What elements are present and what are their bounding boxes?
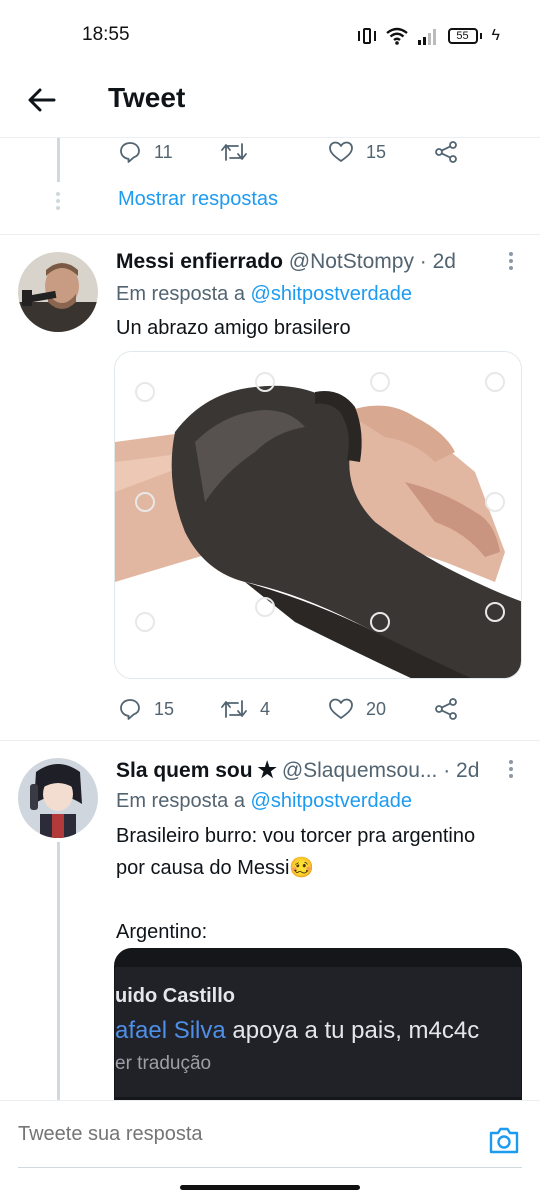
woozy-emoji: 🥴: [289, 857, 315, 879]
more-options-icon[interactable]: [506, 760, 516, 781]
retweet-count: 4: [260, 698, 271, 719]
reply-composer: [0, 1100, 540, 1200]
tweet-image[interactable]: [114, 351, 522, 679]
screenshot-comment: afael Silva apoya a tu pais, m4c4c: [115, 1017, 479, 1045]
heart-icon: [329, 698, 353, 719]
tweet-header: Sla quem sou ✭ @Slaquemsou... · 2d: [116, 758, 479, 783]
reply-context: Em resposta a @shitpostverdade: [116, 283, 412, 306]
retweet-icon: [221, 143, 247, 161]
more-replies-dots: [56, 192, 60, 213]
app-header: Tweet: [0, 72, 540, 138]
retweet-icon: [221, 700, 247, 718]
reply-input[interactable]: [18, 1123, 438, 1146]
tweet-time: · 2d: [443, 759, 480, 782]
tweet-text-line-2: por causa do Messi: [116, 857, 290, 879]
screenshot-translate-link: er tradução: [115, 1053, 212, 1074]
status-time: 18:55: [82, 24, 130, 45]
battery-icon: 55: [447, 28, 482, 44]
share-button[interactable]: [434, 697, 458, 721]
like-button[interactable]: 20: [328, 697, 386, 721]
tweet-text-line: Brasileiro burro: vou torcer pra argenti…: [116, 825, 476, 847]
page-title: Tweet: [108, 82, 186, 113]
author-name[interactable]: Sla quem sou ✭: [116, 759, 276, 782]
retweet-button[interactable]: 4: [220, 697, 270, 721]
reply-icon: [120, 142, 140, 163]
screenshot-mention: afael Silva: [115, 1017, 226, 1044]
avatar-image: [18, 252, 98, 332]
share-icon: [435, 141, 457, 163]
like-button[interactable]: 15: [328, 140, 386, 164]
avatar-image: [18, 758, 98, 838]
reply-button[interactable]: 11: [118, 140, 173, 164]
like-count: 20: [366, 698, 387, 719]
home-indicator[interactable]: [180, 1185, 360, 1190]
mention-link[interactable]: @shitpostverdade: [251, 790, 413, 812]
reply-context: Em resposta a @shitpostverdade: [116, 790, 412, 813]
handshake-image: [115, 352, 521, 678]
share-icon: [435, 698, 457, 720]
show-replies-link[interactable]: Mostrar respostas: [118, 188, 278, 211]
reply-prefix: Em resposta a: [116, 790, 251, 812]
mention-link[interactable]: @shitpostverdade: [251, 283, 413, 305]
retweet-button[interactable]: [220, 140, 260, 164]
tweet-image[interactable]: uido Castillo afael Silva apoya a tu pai…: [114, 948, 522, 1118]
author-handle[interactable]: @Slaquemsou...: [282, 759, 438, 782]
input-underline: [18, 1167, 522, 1168]
author-name[interactable]: Messi enfierrado: [116, 250, 283, 273]
signal-icon: [417, 27, 438, 45]
like-count: 15: [366, 141, 387, 162]
thread-line: [57, 842, 60, 1100]
share-button[interactable]: [434, 140, 458, 164]
camera-icon[interactable]: [488, 1125, 520, 1155]
status-bar: 18:55 55 ϟ: [0, 0, 540, 72]
reply-button[interactable]: 15: [118, 697, 174, 721]
heart-icon: [329, 141, 353, 162]
avatar[interactable]: [18, 758, 98, 838]
reply-count: 11: [154, 141, 173, 162]
tweet-text: Un abrazo amigo brasilero: [116, 317, 351, 339]
battery-level: 55: [447, 28, 478, 44]
divider: [0, 740, 540, 741]
reply-prefix: Em resposta a: [116, 283, 251, 305]
screenshot-comment-text: apoya a tu pais, m4c4c: [225, 1017, 480, 1044]
tweet-text-line: Argentino:: [116, 921, 208, 943]
tweet-text: Brasileiro burro: vou torcer pra argenti…: [116, 820, 526, 948]
author-handle[interactable]: @NotStompy: [289, 250, 414, 273]
avatar[interactable]: [18, 252, 98, 332]
tweet-time: · 2d: [419, 250, 456, 273]
vibrate-icon: [357, 26, 376, 46]
screenshot-commenter-name: uido Castillo: [115, 985, 235, 1007]
divider: [0, 234, 540, 235]
back-arrow-icon[interactable]: [24, 82, 60, 118]
more-options-icon[interactable]: [506, 252, 516, 273]
thread-line: [57, 138, 60, 182]
tweet-header: Messi enfierrado @NotStompy · 2d: [116, 250, 456, 274]
reply-icon: [120, 699, 140, 720]
reply-count: 15: [154, 698, 175, 719]
tweet-text-line: por causa do Messi🥴: [116, 852, 526, 884]
wifi-icon: [385, 27, 408, 45]
status-icons: 55 ϟ: [357, 24, 500, 48]
charging-bolt-icon: ϟ: [491, 27, 500, 44]
